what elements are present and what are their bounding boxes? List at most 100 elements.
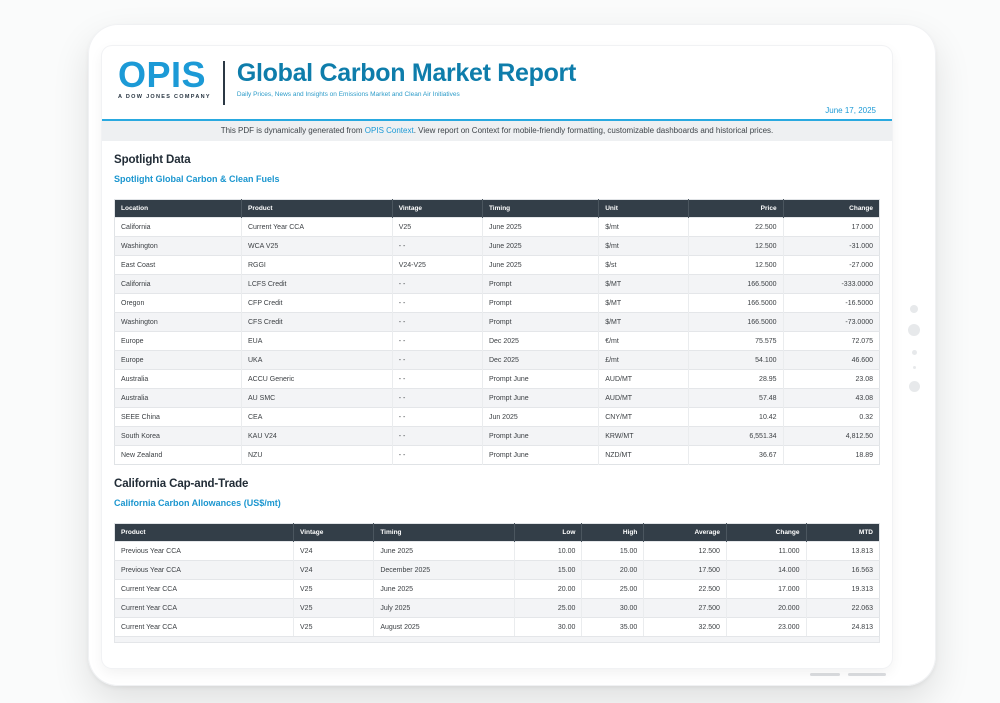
table-cell: 13.813 — [806, 542, 880, 561]
table-cell: - - — [392, 332, 482, 351]
table-row: Current Year CCAV25June 202520.0025.0022… — [115, 580, 880, 599]
table-cell: South Korea — [115, 427, 242, 446]
table-cell: 36.67 — [688, 446, 783, 465]
table-row: CaliforniaCurrent Year CCAV25June 2025$/… — [115, 218, 880, 237]
table-row: WashingtonWCA V25- -June 2025$/mt12.500-… — [115, 237, 880, 256]
table-cell: New Zealand — [115, 446, 242, 465]
table-cell: Australia — [115, 389, 242, 408]
opis-context-link[interactable]: OPIS Context — [365, 126, 414, 135]
table-cell: - - — [392, 389, 482, 408]
tablet-camera-dot — [912, 350, 917, 355]
table-cell: California — [115, 218, 242, 237]
table-cell: V25 — [294, 618, 374, 637]
report-page: OPIS A DOW JONES COMPANY Global Carbon M… — [102, 46, 892, 668]
tablet-camera-dot — [910, 305, 918, 313]
table-cell: - - — [392, 351, 482, 370]
opis-logo: OPIS A DOW JONES COMPANY — [118, 60, 211, 100]
table-cell: - - — [392, 446, 482, 465]
table-cell: RGGI — [241, 256, 392, 275]
table-cell: Current Year CCA — [115, 618, 294, 637]
table-row: New ZealandNZU- -Prompt JuneNZD/MT36.671… — [115, 446, 880, 465]
table-cell: KRW/MT — [599, 427, 689, 446]
notice-text-before: This PDF is dynamically generated from — [221, 126, 365, 135]
table-cell: - - — [392, 370, 482, 389]
table-cell: 166.5000 — [688, 313, 783, 332]
table-cell: 166.5000 — [688, 294, 783, 313]
table-cell: UKA — [241, 351, 392, 370]
table-cell: June 2025 — [482, 218, 598, 237]
section-heading-spotlight: Spotlight Data — [114, 154, 880, 166]
table-cell: 17.000 — [783, 218, 879, 237]
table-cell: - - — [392, 408, 482, 427]
table-cell: 57.48 — [688, 389, 783, 408]
column-header: MTD — [806, 524, 880, 542]
opis-logo-text: OPIS — [118, 60, 211, 90]
table-row: AustraliaACCU Generic- -Prompt JuneAUD/M… — [115, 370, 880, 389]
california-table: ProductVintageTimingLowHighAverageChange… — [114, 523, 880, 637]
table-cell: 22.063 — [806, 599, 880, 618]
table-cell: - - — [392, 313, 482, 332]
table-row: South KoreaKAU V24- -Prompt JuneKRW/MT6,… — [115, 427, 880, 446]
table-cell: 25.00 — [582, 580, 644, 599]
table-cell: 46.600 — [783, 351, 879, 370]
logo-divider — [223, 61, 225, 105]
column-header: Change — [783, 200, 879, 218]
table-cell: June 2025 — [374, 580, 515, 599]
column-header: Vintage — [294, 524, 374, 542]
report-content: Spotlight Data Spotlight Global Carbon &… — [102, 154, 892, 643]
table-cell: Australia — [115, 370, 242, 389]
table-cell: 0.32 — [783, 408, 879, 427]
table-cell: California — [115, 275, 242, 294]
column-header: Change — [726, 524, 806, 542]
table-cell: EUA — [241, 332, 392, 351]
table-cell: 72.075 — [783, 332, 879, 351]
table-cell: CEA — [241, 408, 392, 427]
table-cell: July 2025 — [374, 599, 515, 618]
table-cell: LCFS Credit — [241, 275, 392, 294]
table-cell: June 2025 — [482, 237, 598, 256]
table-cell: -333.0000 — [783, 275, 879, 294]
table-cell: 22.500 — [688, 218, 783, 237]
table-cell: V25 — [294, 580, 374, 599]
table-row: EuropeUKA- -Dec 2025£/mt54.10046.600 — [115, 351, 880, 370]
table-cell: 11.000 — [726, 542, 806, 561]
table-cell: NZU — [241, 446, 392, 465]
table-cell: - - — [392, 275, 482, 294]
table-cell: V24 — [294, 542, 374, 561]
table-row: AustraliaAU SMC- -Prompt JuneAUD/MT57.48… — [115, 389, 880, 408]
table-cell: 43.08 — [783, 389, 879, 408]
table-cell: - - — [392, 427, 482, 446]
table-cell: $/mt — [599, 237, 689, 256]
table-cell: 28.95 — [688, 370, 783, 389]
table-cell: 17.500 — [644, 561, 727, 580]
column-header: Product — [115, 524, 294, 542]
table-cell: 27.500 — [644, 599, 727, 618]
table-cell: V24 — [294, 561, 374, 580]
column-header: Low — [515, 524, 582, 542]
table-cell: December 2025 — [374, 561, 515, 580]
report-title: Global Carbon Market Report — [237, 60, 576, 87]
table-cell: 20.00 — [582, 561, 644, 580]
column-header: Price — [688, 200, 783, 218]
table-row: East CoastRGGIV24-V25June 2025$/st12.500… — [115, 256, 880, 275]
report-date: June 17, 2025 — [825, 106, 876, 119]
tablet-bottom-line — [848, 673, 886, 676]
table-cell: NZD/MT — [599, 446, 689, 465]
table-cell: Dec 2025 — [482, 332, 598, 351]
tablet-camera-dot — [908, 324, 920, 336]
table-cell: Prompt June — [482, 370, 598, 389]
table-cell: 23.08 — [783, 370, 879, 389]
table-row: OregonCFP Credit- -Prompt$/MT166.5000-16… — [115, 294, 880, 313]
table-row: Current Year CCAV25August 202530.0035.00… — [115, 618, 880, 637]
table-cell: Previous Year CCA — [115, 542, 294, 561]
table-cell: 25.00 — [515, 599, 582, 618]
section-heading-california: California Cap-and-Trade — [114, 478, 880, 490]
table-cell: -27.000 — [783, 256, 879, 275]
table-cell: V25 — [392, 218, 482, 237]
report-subtitle: Daily Prices, News and Insights on Emiss… — [237, 91, 576, 98]
subsection-heading-spotlight: Spotlight Global Carbon & Clean Fuels — [114, 174, 880, 184]
table-cell: Current Year CCA — [241, 218, 392, 237]
table-cell: 35.00 — [582, 618, 644, 637]
table-row: WashingtonCFS Credit- -Prompt$/MT166.500… — [115, 313, 880, 332]
partial-table-row — [114, 636, 880, 643]
